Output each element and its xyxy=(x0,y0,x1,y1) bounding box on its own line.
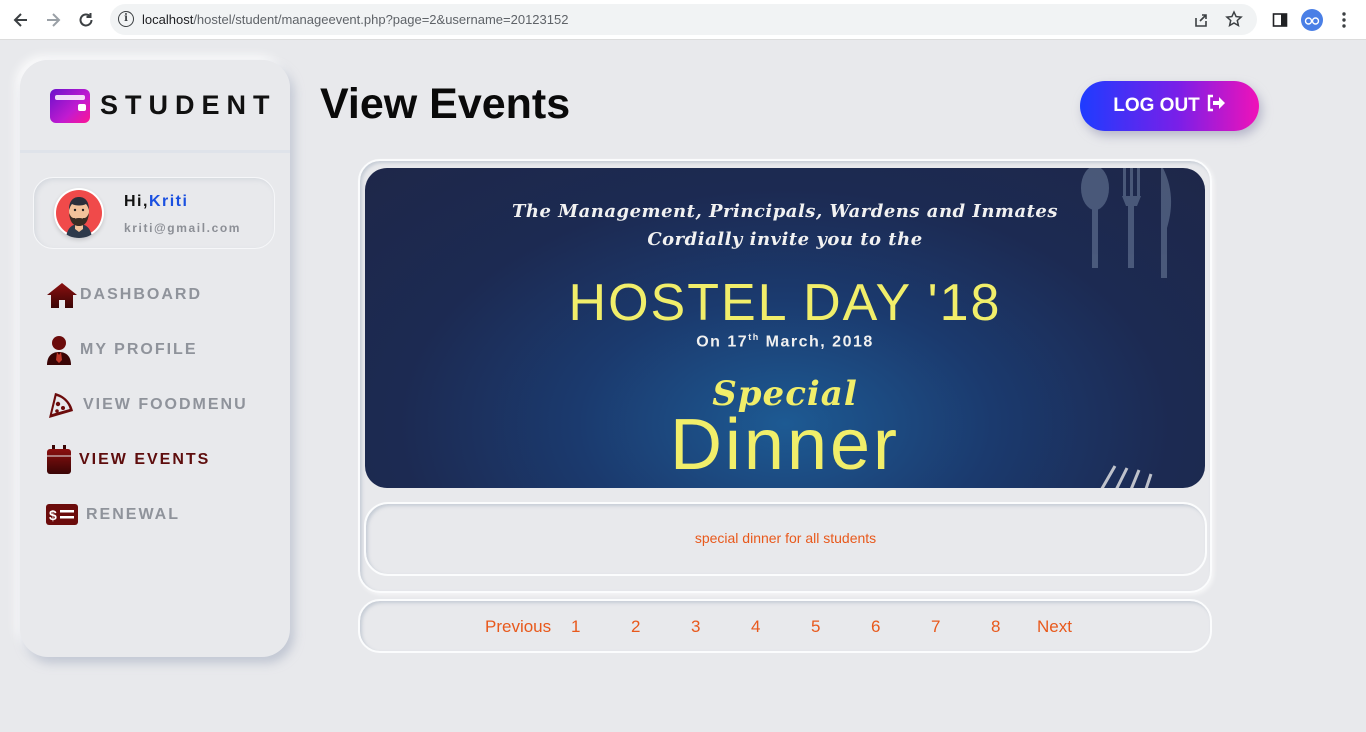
pagination-page-7[interactable]: 7 xyxy=(931,617,940,637)
pagination-page-3[interactable]: 3 xyxy=(691,617,700,637)
sidebar-item-my-profile[interactable]: MY PROFILE xyxy=(46,334,198,366)
reload-icon[interactable] xyxy=(74,8,98,32)
pagination-page-1[interactable]: 1 xyxy=(571,617,580,637)
share-icon[interactable] xyxy=(1193,12,1209,33)
banner-dinner: Dinner xyxy=(669,405,901,485)
pagination-page-6[interactable]: 6 xyxy=(871,617,880,637)
logout-button[interactable]: LOG OUT xyxy=(1080,81,1259,131)
logout-label: LOG OUT xyxy=(1113,95,1200,116)
address-bar[interactable]: i localhost/hostel/student/manageevent.p… xyxy=(110,4,1257,35)
logo-text: STUDENT xyxy=(100,90,277,120)
sidebar-item-label: DASHBOARD xyxy=(80,286,202,303)
user-email: kriti@gmail.com xyxy=(124,221,242,235)
event-description-box: special dinner for all students xyxy=(364,502,1207,576)
banner-date: On 17th March, 2018 xyxy=(696,332,874,351)
wallet-logo-icon xyxy=(50,89,90,123)
user-tie-icon xyxy=(46,334,80,366)
sidebar: STUDENT Hi,Kriti kriti@gmail.com DASHBOA… xyxy=(20,60,290,657)
page-title: View Events xyxy=(320,80,571,128)
banner-title: HOSTEL DAY '18 xyxy=(568,274,1002,332)
pagination-previous[interactable]: Previous xyxy=(485,617,551,637)
browser-toolbar: i localhost/hostel/student/manageevent.p… xyxy=(0,0,1366,40)
sign-out-icon xyxy=(1206,94,1226,118)
sidebar-item-renewal[interactable]: $ RENEWAL xyxy=(46,499,180,531)
sidebar-item-view-foodmenu[interactable]: VIEW FOODMENU xyxy=(46,389,248,421)
more-menu-icon[interactable] xyxy=(1332,8,1356,32)
banner-invite-text: The Management, Principals, Wardens and … xyxy=(511,201,1059,250)
url-text: localhost/hostel/student/manageevent.php… xyxy=(142,12,569,27)
user-name: Kriti xyxy=(148,193,189,210)
pagination: Previous 1 2 3 4 5 6 7 8 Next xyxy=(358,599,1212,653)
site-info-icon[interactable]: i xyxy=(118,11,134,27)
profile-card: Hi,Kriti kriti@gmail.com xyxy=(33,177,275,249)
side-panel-icon[interactable] xyxy=(1268,8,1292,32)
pagination-page-4[interactable]: 4 xyxy=(751,617,760,637)
sidebar-header: STUDENT xyxy=(20,60,290,153)
money-check-icon: $ xyxy=(46,499,86,531)
pagination-page-2[interactable]: 2 xyxy=(631,617,640,637)
sidebar-item-dashboard[interactable]: DASHBOARD xyxy=(46,279,202,311)
calendar-icon xyxy=(46,444,79,476)
sidebar-item-label: VIEW FOODMENU xyxy=(83,396,248,413)
pizza-slice-icon xyxy=(46,389,83,421)
bookmark-star-icon[interactable] xyxy=(1225,10,1243,33)
back-arrow-icon[interactable] xyxy=(9,8,33,32)
greeting: Hi,Kriti xyxy=(124,193,189,210)
profile-avatar-icon[interactable] xyxy=(1300,8,1324,32)
pagination-next[interactable]: Next xyxy=(1037,617,1072,637)
sidebar-item-label: RENEWAL xyxy=(86,506,180,523)
event-description: special dinner for all students xyxy=(694,530,877,546)
forward-arrow-icon[interactable] xyxy=(41,8,65,32)
svg-text:$: $ xyxy=(49,507,57,523)
sidebar-item-label: MY PROFILE xyxy=(80,341,198,358)
avatar xyxy=(54,188,104,238)
sidebar-item-view-events[interactable]: VIEW EVENTS xyxy=(46,444,210,476)
pagination-page-8[interactable]: 8 xyxy=(991,617,1000,637)
sidebar-item-label: VIEW EVENTS xyxy=(79,451,211,468)
event-banner-image: The Management, Principals, Wardens and … xyxy=(365,168,1205,488)
home-icon xyxy=(46,279,80,311)
pagination-page-5[interactable]: 5 xyxy=(811,617,820,637)
